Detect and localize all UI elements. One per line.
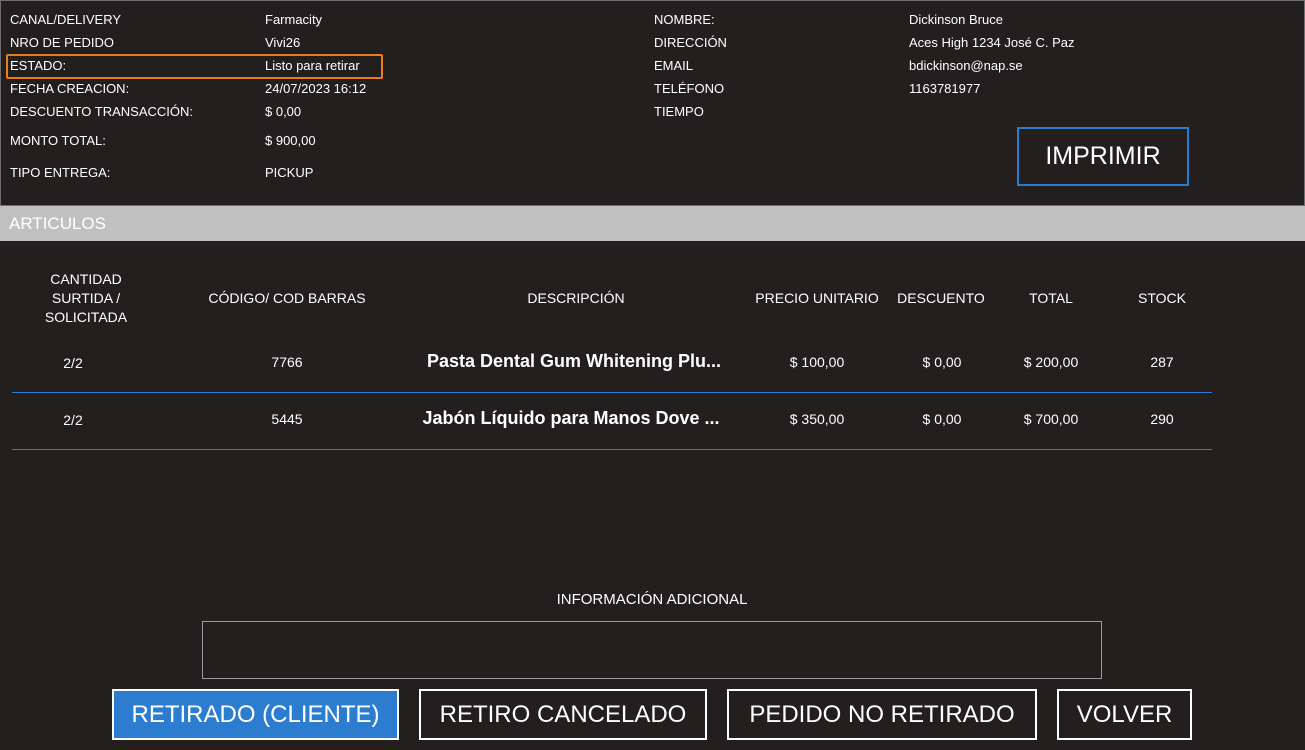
time-label: TIEMPO xyxy=(654,104,704,119)
header-stock: STOCK xyxy=(1138,290,1186,306)
row-discount: $ 0,00 xyxy=(922,411,962,427)
row-description: Pasta Dental Gum Whitening Plu... xyxy=(426,351,722,371)
header-description: DESCRIPCIÓN xyxy=(527,290,625,306)
customer-email-label: EMAIL xyxy=(654,58,694,73)
created-date-value: 24/07/2023 16:12 xyxy=(265,81,367,96)
back-button[interactable]: VOLVER xyxy=(1057,689,1192,740)
row-unit-price: $ 100,00 xyxy=(789,354,845,370)
row-description: Jabón Líquido para Manos Dove ... xyxy=(422,408,720,428)
row-code: 7766 xyxy=(271,354,303,370)
additional-info-label: INFORMACIÓN ADICIONAL xyxy=(556,591,748,608)
status-label: ESTADO: xyxy=(10,58,67,73)
order-number-value: Vivi26 xyxy=(265,35,301,50)
row-code: 5445 xyxy=(271,411,303,427)
delivery-type-value: PICKUP xyxy=(265,165,314,180)
row-quantity: 2/2 xyxy=(63,412,83,428)
customer-address-value: Aces High 1234 José C. Paz xyxy=(909,35,1075,50)
created-date-label: FECHA CREACION: xyxy=(10,81,130,96)
pickup-cancelled-button[interactable]: RETIRO CANCELADO xyxy=(419,689,707,740)
order-not-picked-up-button[interactable]: PEDIDO NO RETIRADO xyxy=(727,689,1037,740)
transaction-discount-value: $ 0,00 xyxy=(265,104,302,119)
row-stock: 290 xyxy=(1150,411,1174,427)
header-discount: DESCUENTO xyxy=(897,290,985,306)
customer-address-label: DIRECCIÓN xyxy=(654,35,727,50)
order-details-panel: CANAL/DELIVERY Farmacity NRO DE PEDIDO V… xyxy=(0,0,1305,206)
row-total: $ 200,00 xyxy=(1023,354,1079,370)
canal-label: CANAL/DELIVERY xyxy=(10,12,122,27)
picked-up-button[interactable]: RETIRADO (CLIENTE) xyxy=(112,689,399,740)
customer-phone-value: 1163781977 xyxy=(909,81,981,96)
articles-section-title: ARTICULOS xyxy=(0,206,1305,241)
row-stock: 287 xyxy=(1150,354,1174,370)
status-value: Listo para retirar xyxy=(265,58,360,73)
header-code: CÓDIGO/ COD BARRAS xyxy=(208,290,366,306)
row-discount: $ 0,00 xyxy=(922,354,962,370)
row-divider xyxy=(12,392,1212,393)
row-total: $ 700,00 xyxy=(1023,411,1079,427)
header-quantity: CANTIDAD SURTIDA / SOLICITADA xyxy=(44,271,128,325)
print-button[interactable]: IMPRIMIR xyxy=(1017,127,1189,186)
customer-email-value: bdickinson@nap.se xyxy=(909,58,1023,73)
customer-name-value: Dickinson Bruce xyxy=(909,12,1003,27)
total-amount-value: $ 900,00 xyxy=(265,133,316,148)
customer-phone-label: TELÉFONO xyxy=(654,81,725,96)
header-total: TOTAL xyxy=(1029,290,1073,306)
total-amount-label: MONTO TOTAL: xyxy=(10,133,106,148)
additional-info-input[interactable] xyxy=(202,621,1102,679)
row-unit-price: $ 350,00 xyxy=(789,411,845,427)
header-unit-price: PRECIO UNITARIO xyxy=(755,290,879,306)
row-divider xyxy=(12,449,1212,450)
delivery-type-label: TIPO ENTREGA: xyxy=(10,165,111,180)
order-number-label: NRO DE PEDIDO xyxy=(10,35,115,50)
canal-value: Farmacity xyxy=(265,12,323,27)
transaction-discount-label: DESCUENTO TRANSACCIÓN: xyxy=(10,104,193,119)
row-quantity: 2/2 xyxy=(63,355,83,371)
customer-name-label: NOMBRE: xyxy=(654,12,715,27)
